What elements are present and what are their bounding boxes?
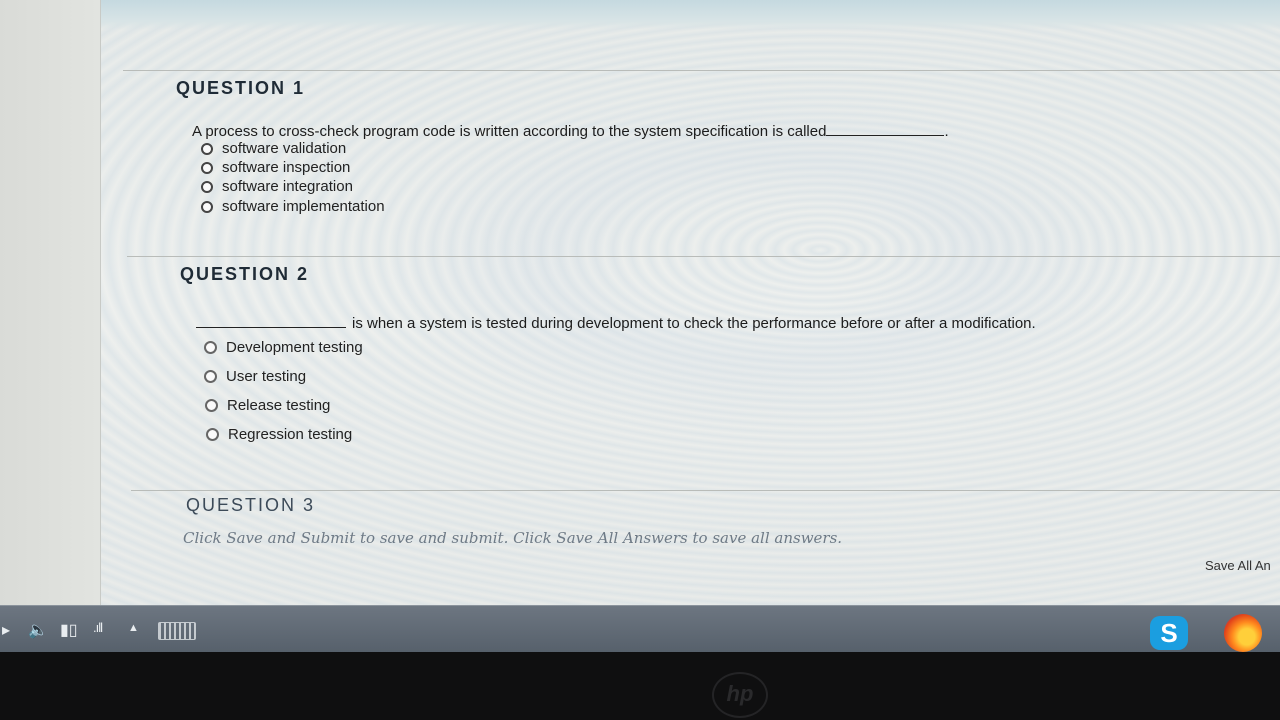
question-2-option-4[interactable]: Regression testing xyxy=(206,426,352,443)
question-1-option-1[interactable]: software validation xyxy=(201,140,346,157)
option-label: software implementation xyxy=(222,198,385,215)
radio-button[interactable] xyxy=(205,399,218,412)
option-label: Development testing xyxy=(226,339,363,356)
browser-page: QUESTION 1 A process to cross-check prog… xyxy=(0,0,1280,605)
option-label: User testing xyxy=(226,368,307,385)
radio-button[interactable] xyxy=(201,161,213,174)
question-1-blank xyxy=(826,121,945,136)
firefox-icon[interactable] xyxy=(1224,614,1262,652)
question-2-option-2[interactable]: User testing xyxy=(204,368,306,385)
signal-icon[interactable]: .ıll xyxy=(93,620,103,635)
hp-logo: hp xyxy=(712,672,768,718)
question-2-title: QUESTION 2 xyxy=(180,264,310,284)
question-1-title: QUESTION 1 xyxy=(176,78,306,98)
question-1-option-4[interactable]: software implementation xyxy=(201,198,385,215)
radio-button[interactable] xyxy=(204,370,217,383)
radio-button[interactable] xyxy=(201,180,213,193)
left-sidebar-gutter xyxy=(0,0,101,605)
question-1-prompt: A process to cross-check program code is… xyxy=(192,121,949,140)
touch-keyboard-icon[interactable] xyxy=(158,622,196,640)
arrow-icon[interactable]: ▸ xyxy=(2,620,10,640)
option-label: software integration xyxy=(222,178,353,195)
battery-icon[interactable]: ▮▯ xyxy=(60,620,78,640)
question-2-prompt-text: is when a system is tested during develo… xyxy=(352,315,1036,332)
question-2-prompt: is when a system is tested during develo… xyxy=(196,313,1036,332)
tray-expand-icon[interactable]: ▲ xyxy=(128,622,139,634)
question-2-divider xyxy=(127,256,1280,257)
question-2-option-3[interactable]: Release testing xyxy=(205,397,330,414)
question-3-divider xyxy=(131,490,1280,491)
question-1-divider xyxy=(123,70,1280,71)
save-instructions: Click Save and Submit to save and submit… xyxy=(183,529,843,547)
radio-button[interactable] xyxy=(206,428,219,441)
windows-taskbar: ▸ 🔈 ▮▯ .ıll ▲ S xyxy=(0,605,1280,653)
page-top-band xyxy=(0,0,1280,30)
radio-button[interactable] xyxy=(201,200,213,213)
laptop-bezel xyxy=(0,652,1280,720)
option-label: software validation xyxy=(222,140,347,157)
option-label: Release testing xyxy=(227,397,331,414)
question-1-option-2[interactable]: software inspection xyxy=(201,159,350,176)
question-1-prompt-end: . xyxy=(944,123,949,140)
question-2-blank xyxy=(196,313,346,328)
save-all-answers-button[interactable]: Save All An xyxy=(1205,558,1271,573)
radio-button[interactable] xyxy=(201,142,213,155)
question-2-option-1[interactable]: Development testing xyxy=(204,339,363,356)
volume-icon[interactable]: 🔈 xyxy=(28,620,48,640)
skype-icon[interactable]: S xyxy=(1150,616,1188,650)
radio-button[interactable] xyxy=(204,341,217,354)
question-1-option-3[interactable]: software integration xyxy=(201,178,353,195)
option-label: Regression testing xyxy=(228,426,353,443)
option-label: software inspection xyxy=(222,159,351,176)
question-3-title: QUESTION 3 xyxy=(186,495,316,515)
question-1-prompt-text: A process to cross-check program code is… xyxy=(192,123,827,140)
